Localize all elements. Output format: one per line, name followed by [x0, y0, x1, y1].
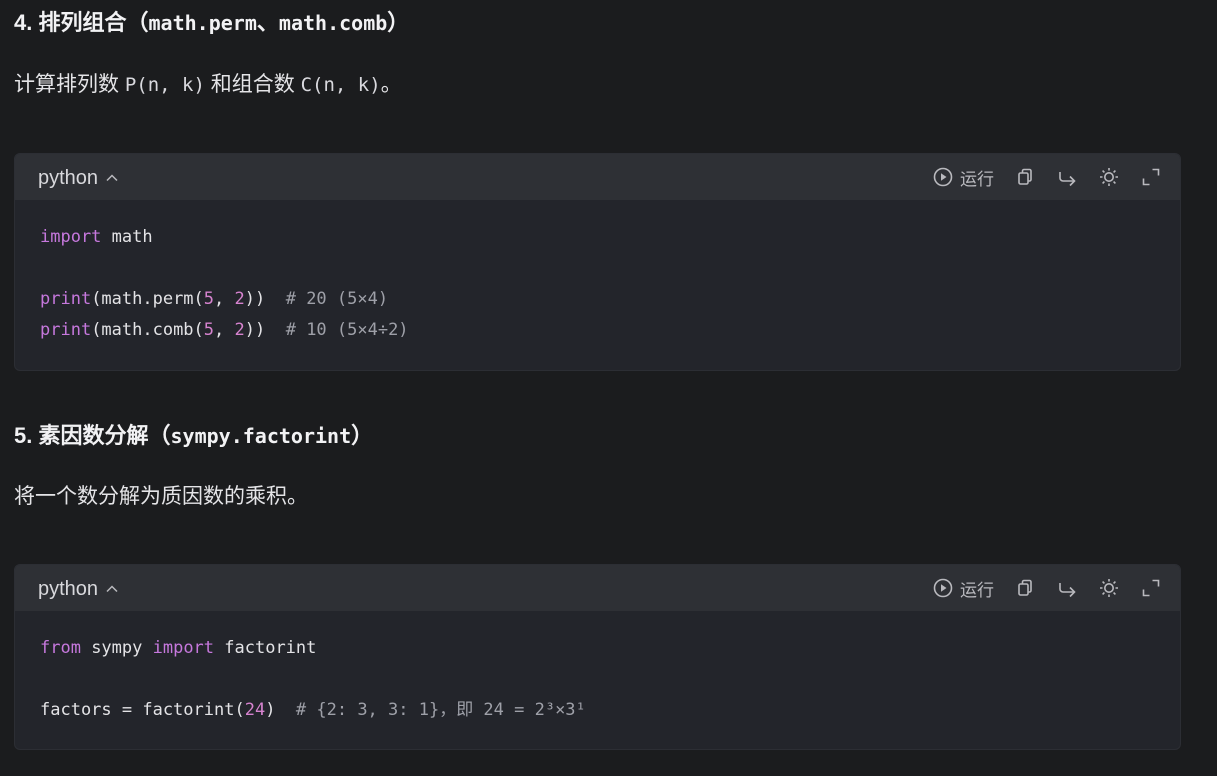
- desc-text-c: 。: [380, 73, 402, 96]
- code-block-2: python 运行 from sympy import factorint fa…: [14, 564, 1181, 750]
- code-token: sympy: [80, 638, 153, 658]
- share-arrow-icon: [1059, 172, 1076, 187]
- number-literal: 24: [244, 700, 266, 720]
- heading-paren-close: ）: [387, 10, 410, 35]
- copy-icon: [1018, 168, 1032, 185]
- run-label: 运行: [960, 580, 994, 600]
- heading-number: 4.: [14, 10, 33, 35]
- heading-title: 素因数分解: [38, 423, 149, 448]
- section-4-description: 计算排列数 P(n, k) 和组合数 C(n, k)。: [14, 70, 402, 100]
- code-comment: # 10 (5×4÷2): [285, 320, 409, 340]
- code-token: ): [265, 700, 296, 720]
- heading-code-factorint: sympy.factorint: [170, 424, 352, 448]
- code-token: (math.comb(: [91, 320, 204, 340]
- share-button[interactable]: [1056, 577, 1078, 599]
- keyword-import: import: [152, 638, 215, 658]
- heading-code-perm: math.perm: [148, 11, 257, 35]
- heading-code-comb: math.comb: [278, 11, 388, 35]
- share-button[interactable]: [1056, 166, 1078, 188]
- code-token: )): [244, 289, 286, 309]
- code-line: factors = factorint(24) # {2: 3, 3: 1}，即…: [40, 695, 1155, 726]
- heading-paren-open: （: [126, 10, 149, 35]
- expand-icon: [1142, 168, 1160, 186]
- copy-button[interactable]: [1014, 577, 1036, 599]
- section-5-heading: 5. 素因数分解（sympy.factorint）: [14, 421, 373, 451]
- language-toggle[interactable]: python: [38, 577, 120, 601]
- code-line: print(math.comb(5, 2)) # 10 (5×4÷2): [40, 315, 1155, 346]
- section-5-description: 将一个数分解为质因数的乘积。: [14, 485, 308, 508]
- code-comment: # 20 (5×4): [285, 289, 389, 309]
- page: 4. 排列组合（math.perm、math.comb） 计算排列数 P(n, …: [0, 0, 1217, 776]
- expand-button[interactable]: [1140, 577, 1162, 599]
- code-token: ,: [214, 289, 235, 309]
- desc-text-b: 和组合数: [210, 73, 295, 96]
- chevron-up-icon: [106, 174, 118, 182]
- share-arrow-icon: [1059, 583, 1076, 598]
- language-label: python: [38, 167, 99, 189]
- run-label: 运行: [960, 169, 994, 189]
- function-print: print: [40, 320, 92, 340]
- expand-icon: [1142, 579, 1160, 597]
- sun-icon: [1100, 579, 1118, 597]
- desc-text-a: 计算排列数: [14, 73, 119, 96]
- expand-button[interactable]: [1140, 166, 1162, 188]
- code-block-header: python 运行: [15, 154, 1180, 200]
- function-print: print: [40, 289, 92, 309]
- code-token: (math.perm(: [91, 289, 204, 309]
- theme-button[interactable]: [1098, 577, 1120, 599]
- code-block-1: python 运行 import math print(math.perm(5,…: [14, 153, 1181, 371]
- language-toggle[interactable]: python: [38, 166, 120, 190]
- desc-code-comb: C(n, k): [300, 74, 381, 96]
- desc-code-perm: P(n, k): [124, 74, 205, 96]
- run-button[interactable]: 运行: [932, 165, 994, 190]
- code-line: from sympy import factorint: [40, 633, 1155, 664]
- code-token: math: [101, 227, 153, 247]
- code-comment: # {2: 3, 3: 1}，即 24 = 2³×3¹: [295, 700, 586, 720]
- copy-button[interactable]: [1014, 166, 1036, 188]
- number-literal: 2: [234, 320, 245, 340]
- code-content[interactable]: import math print(math.perm(5, 2)) # 20 (…: [15, 200, 1180, 364]
- code-token: factorint: [214, 638, 317, 658]
- language-label: python: [38, 578, 99, 600]
- code-token: ,: [214, 320, 235, 340]
- number-literal: 2: [234, 289, 245, 309]
- copy-icon: [1018, 579, 1032, 596]
- number-literal: 5: [203, 320, 215, 340]
- play-circle-icon: [933, 578, 953, 598]
- code-token: )): [244, 320, 286, 340]
- theme-button[interactable]: [1098, 166, 1120, 188]
- run-button[interactable]: 运行: [932, 576, 994, 601]
- code-toolbar: 运行: [932, 576, 1162, 600]
- keyword-import: import: [40, 227, 102, 247]
- heading-paren-open: （: [148, 423, 171, 448]
- heading-separator: 、: [256, 10, 279, 35]
- section-4-heading: 4. 排列组合（math.perm、math.comb）: [14, 8, 409, 38]
- code-content[interactable]: from sympy import factorint factors = fac…: [15, 611, 1180, 744]
- code-token: factors = factorint(: [40, 700, 245, 720]
- chevron-up-icon: [106, 585, 118, 593]
- heading-number: 5.: [14, 423, 33, 448]
- heading-title: 排列组合: [38, 10, 127, 35]
- keyword-from: from: [40, 638, 81, 658]
- number-literal: 5: [203, 289, 215, 309]
- heading-paren-close: ）: [351, 423, 374, 448]
- sun-icon: [1100, 168, 1118, 186]
- play-circle-icon: [933, 167, 953, 187]
- code-line: print(math.perm(5, 2)) # 20 (5×4): [40, 284, 1155, 315]
- code-toolbar: 运行: [932, 165, 1162, 189]
- code-line: import math: [40, 222, 1155, 253]
- code-block-header: python 运行: [15, 565, 1180, 611]
